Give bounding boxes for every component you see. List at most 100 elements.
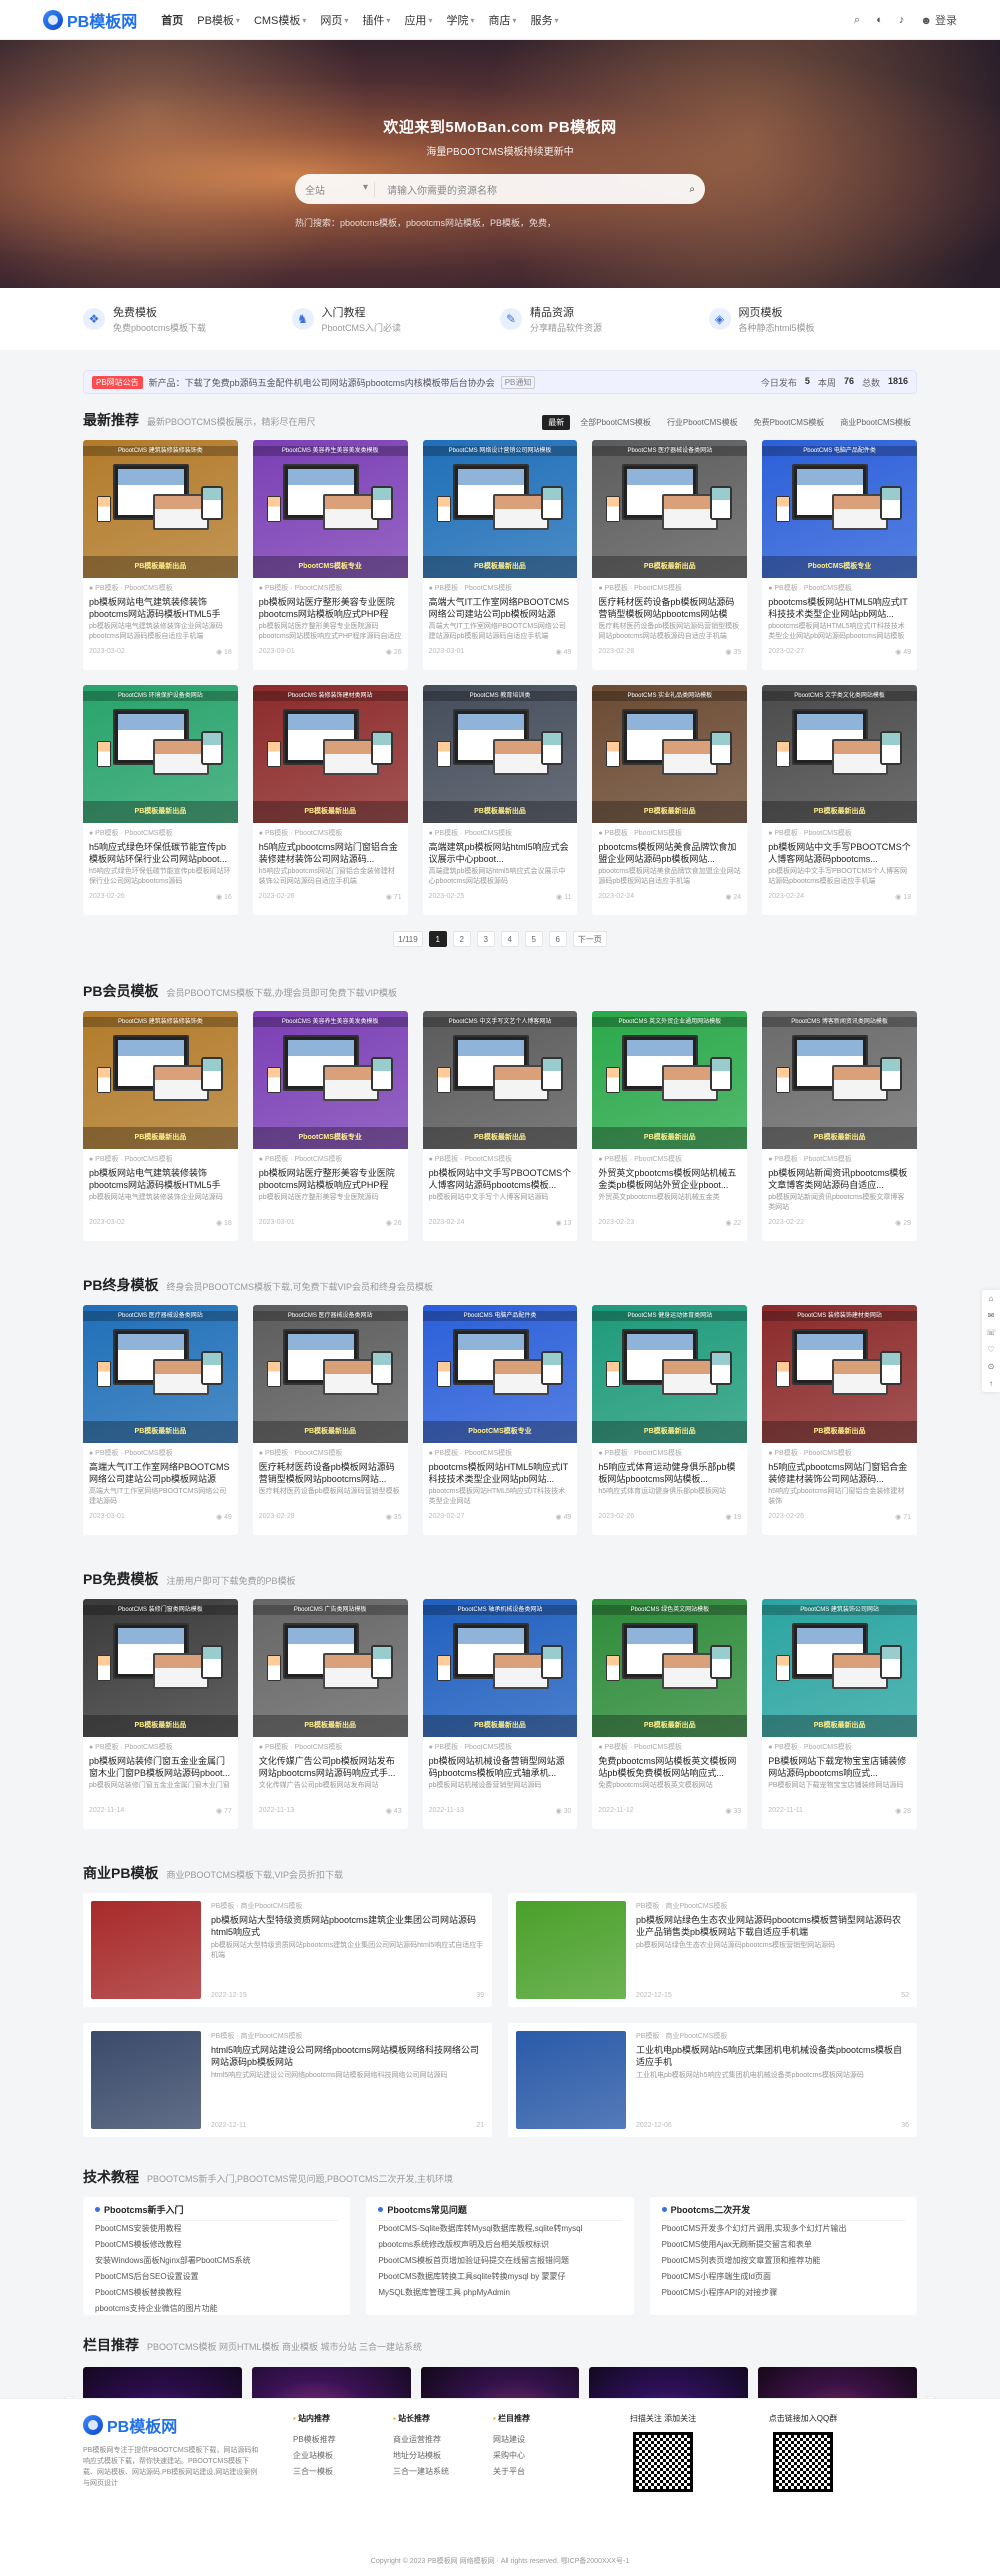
card-title[interactable]: PB模板网站下载宠物宝宝店铺装修网站源码pbootcms响应式... <box>762 1752 917 1779</box>
nav-item[interactable]: 学院 ▾ <box>446 12 474 28</box>
commercial-thumbnail[interactable] <box>516 2031 626 2129</box>
template-card[interactable]: PbootCMS 美容养生美容美发类模板 PbootCMS模板专业 ● PB模板 ·… <box>252 1011 408 1241</box>
card-title[interactable]: pb模板网站电气建筑装修装饰pbootcms网站源码模板HTML5手机... <box>83 1164 238 1191</box>
notice-text[interactable]: 新产品：下载了免费pb源码五金配件机电公司网站源码pbootcms内核模板带后台… <box>149 376 495 389</box>
template-card[interactable]: PbootCMS 装修装饰建材类网站 PB模板最新出品 ● PB模板 · Pboot… <box>252 685 408 915</box>
template-card[interactable]: PbootCMS 电脑产品配件类 PbootCMS模板专业 ● PB模板 · Pbo… <box>422 1305 578 1535</box>
card-thumbnail[interactable]: PbootCMS 美容养生美容美发类模板 PbootCMS模板专业 <box>252 440 408 578</box>
tutorial-link[interactable]: PbootCMS模板首页增加验证码提交在线留言报错问题 <box>378 2253 621 2269</box>
template-card[interactable]: PbootCMS 建筑装修装修装饰类 PB模板最新出品 ● PB模板 · Pboot… <box>83 440 238 670</box>
theme-icon[interactable]: ◐ <box>876 14 883 26</box>
footer-link[interactable]: 三合一模板 <box>293 2464 393 2480</box>
card-title[interactable]: pb模板网站机械设备营销型网站源码pbootcms模板响应式轴承机... <box>423 1752 578 1779</box>
page-button[interactable]: 3 <box>476 931 495 947</box>
page-button[interactable]: 4 <box>500 931 519 947</box>
page-button[interactable]: 1 <box>428 931 447 947</box>
card-title[interactable]: pb模板网站医疗整形美容专业医院pbootcms网站模板响应式PHP程序... <box>253 593 408 620</box>
commercial-title[interactable]: 工业机电pb模板网站h5响应式集团机电机械设备类pbootcms模板自适应手机 <box>636 2044 909 2068</box>
commercial-item[interactable]: PB模板 · 商业PbootCMS模板 工业机电pb模板网站h5响应式集团机电机械… <box>508 2023 917 2137</box>
page-button[interactable]: 2 <box>452 931 471 947</box>
tutorial-link[interactable]: PbootCMS小程序API的对接步骤 <box>662 2285 905 2301</box>
search-input[interactable]: 请输入你需要的资源名称 <box>375 182 689 197</box>
template-card[interactable]: PbootCMS 英文外贸企业通用网站模板 PB模板最新出品 ● PB模板 · Pb… <box>592 1011 748 1241</box>
card-title[interactable]: 高端大气IT工作室网络PBOOTCMS网络公司建站公司pb模板网站源码... <box>423 593 578 620</box>
tab-4[interactable]: 商业PbootCMS模板 <box>834 415 917 430</box>
tutorial-box-title[interactable]: Pbootcms新手入门 <box>95 2203 339 2221</box>
page-button[interactable]: 6 <box>548 931 567 947</box>
card-title[interactable]: pb模板网站装修门窗五金业金属门窗木业门窗PB模板网站源码pboot... <box>83 1752 238 1779</box>
tab-2[interactable]: 行业PbootCMS模板 <box>661 415 744 430</box>
template-card[interactable]: PbootCMS 广告类网站模板 PB模板最新出品 ● PB模板 · PbootCM… <box>252 1599 408 1829</box>
site-logo[interactable]: PB模板网 <box>43 8 137 32</box>
tab-0[interactable]: 最新 <box>542 415 571 430</box>
card-title[interactable]: pb模板网站新闻资讯pbootcms模板文章博客类网站源码自适应... <box>762 1164 917 1191</box>
template-card[interactable]: PbootCMS 医疗器械设备类网站 PB模板最新出品 ● PB模板 · Pboot… <box>592 440 748 670</box>
card-title[interactable]: h5响应式体育运动健身俱乐部pb模板网站pbootcms网站模板... <box>592 1458 747 1485</box>
card-thumbnail[interactable]: PbootCMS 建筑装修装修装饰类 PB模板最新出品 <box>83 1011 238 1149</box>
card-thumbnail[interactable]: PbootCMS 实业礼品类网站模板 PB模板最新出品 <box>592 685 748 823</box>
page-button[interactable]: 下一页 <box>572 931 607 947</box>
template-card[interactable]: PbootCMS 医疗器械设备类网站 PB模板最新出品 ● PB模板 · Pboot… <box>83 1305 238 1535</box>
commercial-item[interactable]: PB模板 · 商业PbootCMS模板 pb模板网站绿色生态农业网站源码pboot… <box>508 1893 917 2007</box>
tutorial-link[interactable]: PbootCMS模板替换教程 <box>95 2285 338 2301</box>
nav-item[interactable]: CMS模板 ▾ <box>254 12 306 28</box>
template-card[interactable]: PbootCMS 装修门窗类网站模板 PB模板最新出品 ● PB模板 · Pboot… <box>83 1599 238 1829</box>
nav-item[interactable]: 商店 ▾ <box>488 12 516 28</box>
commercial-thumbnail[interactable] <box>91 2031 201 2129</box>
tutorial-link[interactable]: PbootCMS小程序端生成Id页面 <box>662 2269 905 2285</box>
commercial-title[interactable]: pb模板网站大型特级资质网站pbootcms建筑企业集团公司网站源码html5响… <box>211 1914 484 1938</box>
template-card[interactable]: PbootCMS 装修装饰建材类网站 PB模板最新出品 ● PB模板 · Pboot… <box>762 1305 917 1535</box>
template-card[interactable]: PbootCMS 博客新闻资讯类网站模板 PB模板最新出品 ● PB模板 · Pbo… <box>762 1011 917 1241</box>
commercial-title[interactable]: html5响应式网站建设公司网络pbootcms网站模板网络科技网络公司网站源码… <box>211 2044 484 2068</box>
card-thumbnail[interactable]: PbootCMS 绿色英文网站模板 PB模板最新出品 <box>592 1599 748 1737</box>
card-title[interactable]: h5响应式pbootcms网站门窗铝合金装修建材装饰公司网站源码... <box>253 838 408 865</box>
template-card[interactable]: PbootCMS 健身运动体育类网站 PB模板最新出品 ● PB模板 · Pboot… <box>592 1305 748 1535</box>
side-tool-icon[interactable]: ♡ <box>987 1345 994 1354</box>
card-title[interactable]: pbootcms模板网站HTML5响应式IT科技技术类型企业网站pb网站... <box>423 1458 578 1485</box>
card-thumbnail[interactable]: PbootCMS 文学类文化类网站模板 PB模板最新出品 <box>762 685 917 823</box>
footer-logo[interactable]: PB模板网 <box>83 2413 239 2437</box>
tutorial-link[interactable]: PbootCMS列表页增加按文章置顶和推荐功能 <box>662 2253 905 2269</box>
side-tool-icon[interactable]: ✉ <box>988 1311 995 1320</box>
card-title[interactable]: pb模板网站中文手写PBOOTCMS个人博客网站源码pbootcms... <box>762 838 917 865</box>
footer-link[interactable]: 地址分站模板 <box>393 2448 493 2464</box>
card-thumbnail[interactable]: PbootCMS 医疗器械设备类网站 PB模板最新出品 <box>252 1305 408 1443</box>
template-card[interactable]: PbootCMS 实业礼品类网站模板 PB模板最新出品 ● PB模板 · Pboot… <box>592 685 748 915</box>
card-title[interactable]: pb模板网站医疗整形美容专业医院pbootcms网站模板响应式PHP程序... <box>253 1164 408 1191</box>
card-thumbnail[interactable]: PbootCMS 装修装饰建材类网站 PB模板最新出品 <box>762 1305 917 1443</box>
tab-1[interactable]: 全部PbootCMS模板 <box>574 415 657 430</box>
feature-item[interactable]: ❖ 免费模板 免费pbootcms模板下载 <box>83 304 292 334</box>
card-title[interactable]: 高端大气IT工作室网络PBOOTCMS网络公司建站公司pb模板网站源码... <box>83 1458 238 1485</box>
tutorial-link[interactable]: PbootCMS安装使用教程 <box>95 2221 338 2237</box>
template-card[interactable]: PbootCMS 美容养生美容美发类模板 PbootCMS模板专业 ● PB模板 ·… <box>252 440 408 670</box>
side-tool-icon[interactable]: ↑ <box>989 1379 993 1388</box>
nav-item[interactable]: 服务 ▾ <box>530 12 558 28</box>
card-thumbnail[interactable]: PbootCMS 装修装饰建材类网站 PB模板最新出品 <box>252 685 408 823</box>
card-title[interactable]: 文化传媒广告公司pb模板网站发布网站pbootcms网站源码响应式手... <box>253 1752 408 1779</box>
card-title[interactable]: h5响应式pbootcms网站门窗铝合金装修建材装饰公司网站源码... <box>762 1458 917 1485</box>
card-thumbnail[interactable]: PbootCMS 电脑产品配件类 PbootCMS模板专业 <box>762 440 917 578</box>
card-title[interactable]: pb模板网站电气建筑装修装饰pbootcms网站源码模板HTML5手机... <box>83 593 238 620</box>
side-tool-icon[interactable]: ☏ <box>986 1328 996 1337</box>
tutorial-link[interactable]: PbootCMS后台SEO设置设置 <box>95 2269 338 2285</box>
template-card[interactable]: PbootCMS 建筑装饰公司网站 PB模板最新出品 ● PB模板 · PbootC… <box>762 1599 917 1829</box>
template-card[interactable]: PbootCMS 建筑装修装修装饰类 PB模板最新出品 ● PB模板 · Pboot… <box>83 1011 238 1241</box>
card-thumbnail[interactable]: PbootCMS 美容养生美容美发类模板 PbootCMS模板专业 <box>252 1011 408 1149</box>
footer-link[interactable]: 三合一建站系统 <box>393 2464 493 2480</box>
tutorial-link[interactable]: MySQL数据库管理工具 phpMyAdmin <box>378 2285 621 2301</box>
card-title[interactable]: 高端建筑pb模板网站html5响应式会议展示中心pboot... <box>423 838 578 865</box>
card-title[interactable]: 免费pbootcms网站模板英文模板网站pb模板免费模板网站响应式... <box>592 1752 747 1779</box>
card-thumbnail[interactable]: PbootCMS 医疗器械设备类网站 PB模板最新出品 <box>83 1305 238 1443</box>
nav-item[interactable]: 应用 ▾ <box>404 12 432 28</box>
login-button[interactable]: ☻ 登录 <box>920 12 957 28</box>
template-card[interactable]: PbootCMS 文学类文化类网站模板 PB模板最新出品 ● PB模板 · Pboo… <box>762 685 917 915</box>
card-thumbnail[interactable]: PbootCMS 健身运动体育类网站 PB模板最新出品 <box>592 1305 748 1443</box>
card-title[interactable]: pb模板网站中文手写PBOOTCMS个人博客网站源码pbootcms模板... <box>423 1164 578 1191</box>
feature-item[interactable]: ◈ 网页模板 各种静态html5模板 <box>708 304 918 334</box>
tutorial-link[interactable]: PbootCMS-Sqlite数据库转Mysql数据库教程,sqlite转mys… <box>378 2221 621 2237</box>
card-title[interactable]: 外贸英文pbootcms模板网站机械五金类pb模板网站外贸企业pboot... <box>592 1164 747 1191</box>
footer-link[interactable]: PB模板推荐 <box>293 2432 393 2448</box>
nav-item[interactable]: 网页 ▾ <box>320 12 348 28</box>
search-icon[interactable]: ⌕ <box>689 184 695 195</box>
commercial-thumbnail[interactable] <box>516 1901 626 1999</box>
